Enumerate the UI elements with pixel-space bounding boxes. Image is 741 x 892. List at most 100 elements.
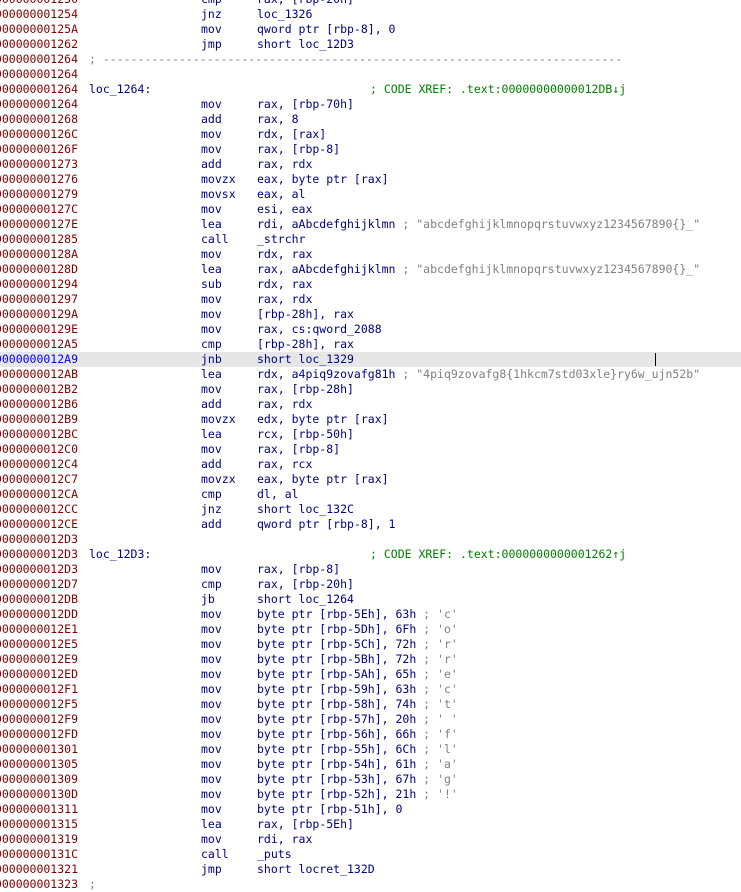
disasm-line[interactable]: 0000000001321 jmp short locret_132D xyxy=(0,862,741,877)
instruction-operands[interactable]: eax, byte ptr [rax] xyxy=(257,172,389,186)
disasm-line[interactable]: 00000000012C4 add rax, rcx xyxy=(0,457,741,472)
instruction-operands[interactable]: qword ptr [rbp-8], 1 xyxy=(257,517,395,531)
xref-comment[interactable]: ; CODE XREF: .text:0000000000001262↑j xyxy=(370,547,626,562)
instruction-operands[interactable]: qword ptr [rbp-8], 0 xyxy=(257,22,395,36)
disassembly-listing[interactable]: 0000000001250cmprax, [rbp-20h]0000000001… xyxy=(0,0,741,892)
disasm-line[interactable]: 00000000012C0 mov rax, [rbp-8] xyxy=(0,442,741,457)
instruction-operands[interactable]: rdi, rax xyxy=(257,832,312,846)
instruction-operands[interactable]: rax, [rbp-8] xyxy=(257,442,340,456)
disasm-line[interactable]: 0000000001254 jnz loc_1326 xyxy=(0,7,741,22)
instruction-operands[interactable]: byte ptr [rbp-53h], 67h xyxy=(257,772,416,786)
instruction-operands[interactable]: eax, al xyxy=(257,187,305,201)
disasm-line[interactable]: 0000000001262 jmp short loc_12D3 xyxy=(0,37,741,52)
disasm-line[interactable]: 0000000001264 mov rax, [rbp-70h] xyxy=(0,97,741,112)
disasm-line[interactable]: 0000000001279 movsx eax, al xyxy=(0,187,741,202)
disasm-line[interactable]: 00000000012AB lea rdx, a4piq9zovafg81h ; "… xyxy=(0,367,741,382)
disasm-line[interactable]: 00000000012BC lea rcx, [rbp-50h] xyxy=(0,427,741,442)
instruction-operands[interactable]: byte ptr [rbp-5Dh], 6Fh xyxy=(257,622,416,636)
instruction-operands[interactable]: byte ptr [rbp-5Eh], 63h xyxy=(257,607,416,621)
instruction-operands[interactable]: rdx, a4piq9zovafg81h xyxy=(257,367,395,381)
instruction-operands[interactable]: byte ptr [rbp-54h], 61h xyxy=(257,757,416,771)
disasm-line[interactable]: 0000000001315 lea rax, [rbp-5Eh] xyxy=(0,817,741,832)
instruction-operands[interactable]: rax, [rbp-20h] xyxy=(257,577,354,591)
disasm-line[interactable]: 0000000001250 cmp rax, [rbp-20h] xyxy=(0,0,741,7)
disasm-line[interactable]: 00000000012B2 mov rax, [rbp-28h] xyxy=(0,382,741,397)
disasm-line[interactable]: 00000000012DB jb short loc_1264 xyxy=(0,592,741,607)
disasm-line[interactable]: 00000000012F5 mov byte ptr [rbp-58h], 74h … xyxy=(0,697,741,712)
disasm-line[interactable]: 00000000012F1 mov byte ptr [rbp-59h], 63h … xyxy=(0,682,741,697)
instruction-operands[interactable]: rax, cs:qword_2088 xyxy=(257,322,382,336)
instruction-operands[interactable]: byte ptr [rbp-5Ch], 72h xyxy=(257,637,416,651)
disasm-line[interactable]: 0000000001311 mov byte ptr [rbp-51h], 0 xyxy=(0,802,741,817)
instruction-operands[interactable]: rax, rcx xyxy=(257,457,312,471)
instruction-operands[interactable]: rdx, [rax] xyxy=(257,127,326,141)
instruction-operands[interactable]: rax, rdx xyxy=(257,157,312,171)
disasm-line[interactable]: 00000000012CA cmp dl, al xyxy=(0,487,741,502)
instruction-operands[interactable]: edx, byte ptr [rax] xyxy=(257,412,389,426)
disasm-line[interactable]: 0000000001309 mov byte ptr [rbp-53h], 67h … xyxy=(0,772,741,787)
code-label[interactable]: loc_1264: xyxy=(89,82,151,97)
disasm-line[interactable]: 0000000001276 movzx eax, byte ptr [rax] xyxy=(0,172,741,187)
instruction-operands[interactable]: byte ptr [rbp-5Bh], 72h xyxy=(257,652,416,666)
instruction-operands[interactable]: _strchr xyxy=(257,232,305,246)
instruction-operands[interactable]: byte ptr [rbp-52h], 21h xyxy=(257,787,416,801)
instruction-operands[interactable]: dl, al xyxy=(257,487,299,501)
instruction-operands[interactable]: rax, [rbp-28h] xyxy=(257,382,354,396)
disasm-line[interactable]: 0000000001268 add rax, 8 xyxy=(0,112,741,127)
disasm-line[interactable]: 000000000129A mov [rbp-28h], rax xyxy=(0,307,741,322)
instruction-operands[interactable]: esi, eax xyxy=(257,202,312,216)
instruction-operands[interactable]: byte ptr [rbp-56h], 66h xyxy=(257,727,416,741)
instruction-operands[interactable]: byte ptr [rbp-57h], 20h xyxy=(257,712,416,726)
disasm-line[interactable]: 000000000126C mov rdx, [rax] xyxy=(0,127,741,142)
disasm-line[interactable]: 000000000131C call _puts xyxy=(0,847,741,862)
disasm-line[interactable]: 0000000001294 sub rdx, rax xyxy=(0,277,741,292)
disasm-line[interactable]: 00000000012CC jnz short loc_132C xyxy=(0,502,741,517)
disasm-line[interactable]: 0000000001264 xyxy=(0,67,741,82)
instruction-operands[interactable]: rax, [rbp-5Eh] xyxy=(257,817,354,831)
instruction-operands[interactable]: rcx, [rbp-50h] xyxy=(257,427,354,441)
disasm-line[interactable]: 0000000001297 mov rax, rdx xyxy=(0,292,741,307)
disasm-line[interactable]: 0000000001273 add rax, rdx xyxy=(0,157,741,172)
instruction-operands[interactable]: byte ptr [rbp-51h], 0 xyxy=(257,802,402,816)
disasm-line[interactable]: 00000000012D7 cmp rax, [rbp-20h] xyxy=(0,577,741,592)
instruction-operands[interactable]: short locret_132D xyxy=(257,862,375,876)
disasm-line[interactable]: 00000000012D3 xyxy=(0,532,741,547)
xref-comment[interactable]: ; CODE XREF: .text:00000000000012DB↓j xyxy=(370,82,626,97)
instruction-operands[interactable]: [rbp-28h], rax xyxy=(257,337,354,351)
instruction-operands[interactable]: short loc_1329 xyxy=(257,352,354,366)
instruction-operands[interactable]: rax, [rbp-8] xyxy=(257,142,340,156)
disasm-line[interactable]: 000000000127E lea rdi, aAbcdefghijklmn ; "… xyxy=(0,217,741,232)
disasm-line[interactable]: 00000000012F9 mov byte ptr [rbp-57h], 20h … xyxy=(0,712,741,727)
disasm-line[interactable]: 00000000012D3 loc_12D3: ; CODE XREF: .text… xyxy=(0,547,741,562)
disasm-line[interactable]: 00000000012D3 mov rax, [rbp-8] xyxy=(0,562,741,577)
disasm-line[interactable]: 000000000130D mov byte ptr [rbp-52h], 21h … xyxy=(0,787,741,802)
instruction-operands[interactable]: rax, rdx xyxy=(257,292,312,306)
disasm-line[interactable]: 00000000012CE add qword ptr [rbp-8], 1 xyxy=(0,517,741,532)
disasm-line[interactable]: 0000000001319 mov rdi, rax xyxy=(0,832,741,847)
instruction-operands[interactable]: rdx, rax xyxy=(257,247,312,261)
disasm-line[interactable]: 00000000012ED mov byte ptr [rbp-5Ah], 65h … xyxy=(0,667,741,682)
disasm-line[interactable]: 000000000125A mov qword ptr [rbp-8], 0 xyxy=(0,22,741,37)
instruction-operands[interactable]: rax, aAbcdefghijklmn xyxy=(257,262,395,276)
disasm-line[interactable]: 00000000012C7 movzx eax, byte ptr [rax] xyxy=(0,472,741,487)
disasm-line[interactable]: 0000000001305 mov byte ptr [rbp-54h], 61h … xyxy=(0,757,741,772)
instruction-operands[interactable]: eax, byte ptr [rax] xyxy=(257,472,389,486)
disasm-line[interactable]: 00000000012A5 cmp [rbp-28h], rax xyxy=(0,337,741,352)
disasm-line[interactable]: 000000000127C mov esi, eax xyxy=(0,202,741,217)
disasm-line[interactable]: 00000000012E1 mov byte ptr [rbp-5Dh], 6Fh … xyxy=(0,622,741,637)
instruction-operands[interactable]: rdi, aAbcdefghijklmn xyxy=(257,217,395,231)
instruction-operands[interactable]: rax, [rbp-20h] xyxy=(257,0,354,6)
disasm-line[interactable]: 0000000001301 mov byte ptr [rbp-55h], 6Ch … xyxy=(0,742,741,757)
instruction-operands[interactable]: loc_1326 xyxy=(257,7,312,21)
instruction-operands[interactable]: rdx, rax xyxy=(257,277,312,291)
instruction-operands[interactable]: byte ptr [rbp-5Ah], 65h xyxy=(257,667,416,681)
disasm-line[interactable]: 0000000001285 call _strchr xyxy=(0,232,741,247)
disasm-line[interactable]: 000000000128A mov rdx, rax xyxy=(0,247,741,262)
instruction-operands[interactable]: short loc_12D3 xyxy=(257,37,354,51)
instruction-operands[interactable]: byte ptr [rbp-59h], 63h xyxy=(257,682,416,696)
instruction-operands[interactable]: rax, rdx xyxy=(257,397,312,411)
instruction-operands[interactable]: byte ptr [rbp-58h], 74h xyxy=(257,697,416,711)
disasm-line[interactable]: 000000000128D lea rax, aAbcdefghijklmn ; "… xyxy=(0,262,741,277)
disasm-line[interactable]: 00000000012E9 mov byte ptr [rbp-5Bh], 72h … xyxy=(0,652,741,667)
instruction-operands[interactable]: [rbp-28h], rax xyxy=(257,307,354,321)
